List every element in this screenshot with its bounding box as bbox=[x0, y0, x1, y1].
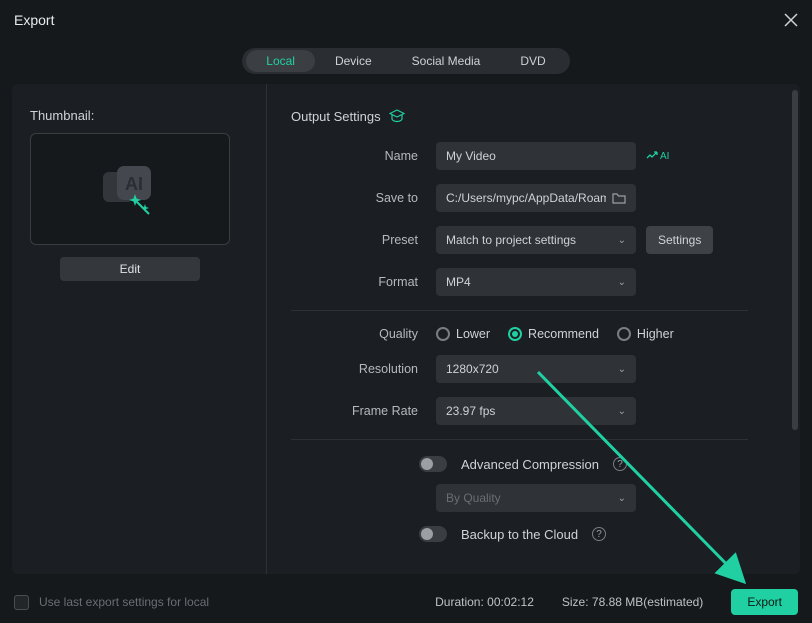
duration-info: Duration: 00:02:12 bbox=[435, 595, 534, 609]
footer: Use last export settings for local Durat… bbox=[0, 581, 812, 623]
thumbnail-label: Thumbnail: bbox=[30, 108, 248, 123]
name-label: Name bbox=[291, 149, 436, 163]
export-tabs: Local Device Social Media DVD bbox=[242, 48, 569, 74]
quality-recommend-radio[interactable]: Recommend bbox=[508, 327, 599, 341]
export-button[interactable]: Export bbox=[731, 589, 798, 615]
preset-value: Match to project settings bbox=[446, 233, 576, 247]
chevron-down-icon: ⌄ bbox=[618, 235, 626, 246]
resolution-value: 1280x720 bbox=[446, 362, 499, 376]
help-icon[interactable]: ? bbox=[592, 527, 606, 541]
chevron-down-icon: ⌄ bbox=[618, 364, 626, 375]
saveto-input[interactable]: C:/Users/mypc/AppData/Roaming bbox=[436, 184, 636, 212]
settings-button[interactable]: Settings bbox=[646, 226, 713, 254]
divider bbox=[291, 439, 748, 440]
advanced-compression-toggle[interactable] bbox=[419, 456, 447, 472]
folder-icon[interactable] bbox=[612, 192, 626, 204]
name-input[interactable]: My Video bbox=[436, 142, 636, 170]
use-last-settings-checkbox[interactable] bbox=[14, 595, 29, 610]
scrollbar[interactable] bbox=[792, 90, 798, 568]
divider bbox=[291, 310, 748, 311]
ai-label: AI bbox=[660, 151, 669, 162]
ai-name-button[interactable]: AI bbox=[646, 150, 669, 162]
graduation-cap-icon[interactable] bbox=[389, 108, 405, 124]
backup-cloud-label: Backup to the Cloud bbox=[461, 527, 578, 542]
framerate-value: 23.97 fps bbox=[446, 404, 495, 418]
export-panel: Thumbnail: AI Edit Output Settings bbox=[12, 84, 800, 574]
saveto-path: C:/Users/mypc/AppData/Roaming bbox=[446, 191, 606, 205]
saveto-label: Save to bbox=[291, 191, 436, 205]
help-icon[interactable]: ? bbox=[613, 457, 627, 471]
window-title: Export bbox=[14, 12, 54, 28]
backup-cloud-toggle[interactable] bbox=[419, 526, 447, 542]
framerate-label: Frame Rate bbox=[291, 404, 436, 418]
preset-label: Preset bbox=[291, 233, 436, 247]
output-settings-label: Output Settings bbox=[291, 109, 381, 124]
tab-local[interactable]: Local bbox=[246, 50, 315, 72]
quality-label: Quality bbox=[291, 327, 436, 341]
chevron-down-icon: ⌄ bbox=[618, 277, 626, 288]
preset-select[interactable]: Match to project settings ⌄ bbox=[436, 226, 636, 254]
edit-thumbnail-button[interactable]: Edit bbox=[60, 257, 200, 281]
svg-text:AI: AI bbox=[125, 174, 143, 194]
framerate-select[interactable]: 23.97 fps ⌄ bbox=[436, 397, 636, 425]
quality-lower-radio[interactable]: Lower bbox=[436, 327, 490, 341]
tab-device[interactable]: Device bbox=[315, 50, 392, 72]
tab-dvd[interactable]: DVD bbox=[500, 50, 565, 72]
size-info: Size: 78.88 MB(estimated) bbox=[562, 595, 703, 609]
thumbnail-placeholder-icon: AI bbox=[99, 164, 161, 215]
advanced-compression-label: Advanced Compression bbox=[461, 457, 599, 472]
resolution-select[interactable]: 1280x720 ⌄ bbox=[436, 355, 636, 383]
quality-higher-radio[interactable]: Higher bbox=[617, 327, 674, 341]
chevron-down-icon: ⌄ bbox=[618, 493, 626, 504]
scrollbar-thumb[interactable] bbox=[792, 90, 798, 430]
chevron-down-icon: ⌄ bbox=[618, 406, 626, 417]
thumbnail-preview[interactable]: AI bbox=[30, 133, 230, 245]
compression-mode-value: By Quality bbox=[446, 491, 501, 505]
use-last-settings-label: Use last export settings for local bbox=[39, 595, 209, 609]
format-label: Format bbox=[291, 275, 436, 289]
resolution-label: Resolution bbox=[291, 362, 436, 376]
format-value: MP4 bbox=[446, 275, 471, 289]
compression-mode-select: By Quality ⌄ bbox=[436, 484, 636, 512]
tab-social-media[interactable]: Social Media bbox=[392, 50, 501, 72]
close-icon[interactable] bbox=[784, 13, 798, 27]
format-select[interactable]: MP4 ⌄ bbox=[436, 268, 636, 296]
